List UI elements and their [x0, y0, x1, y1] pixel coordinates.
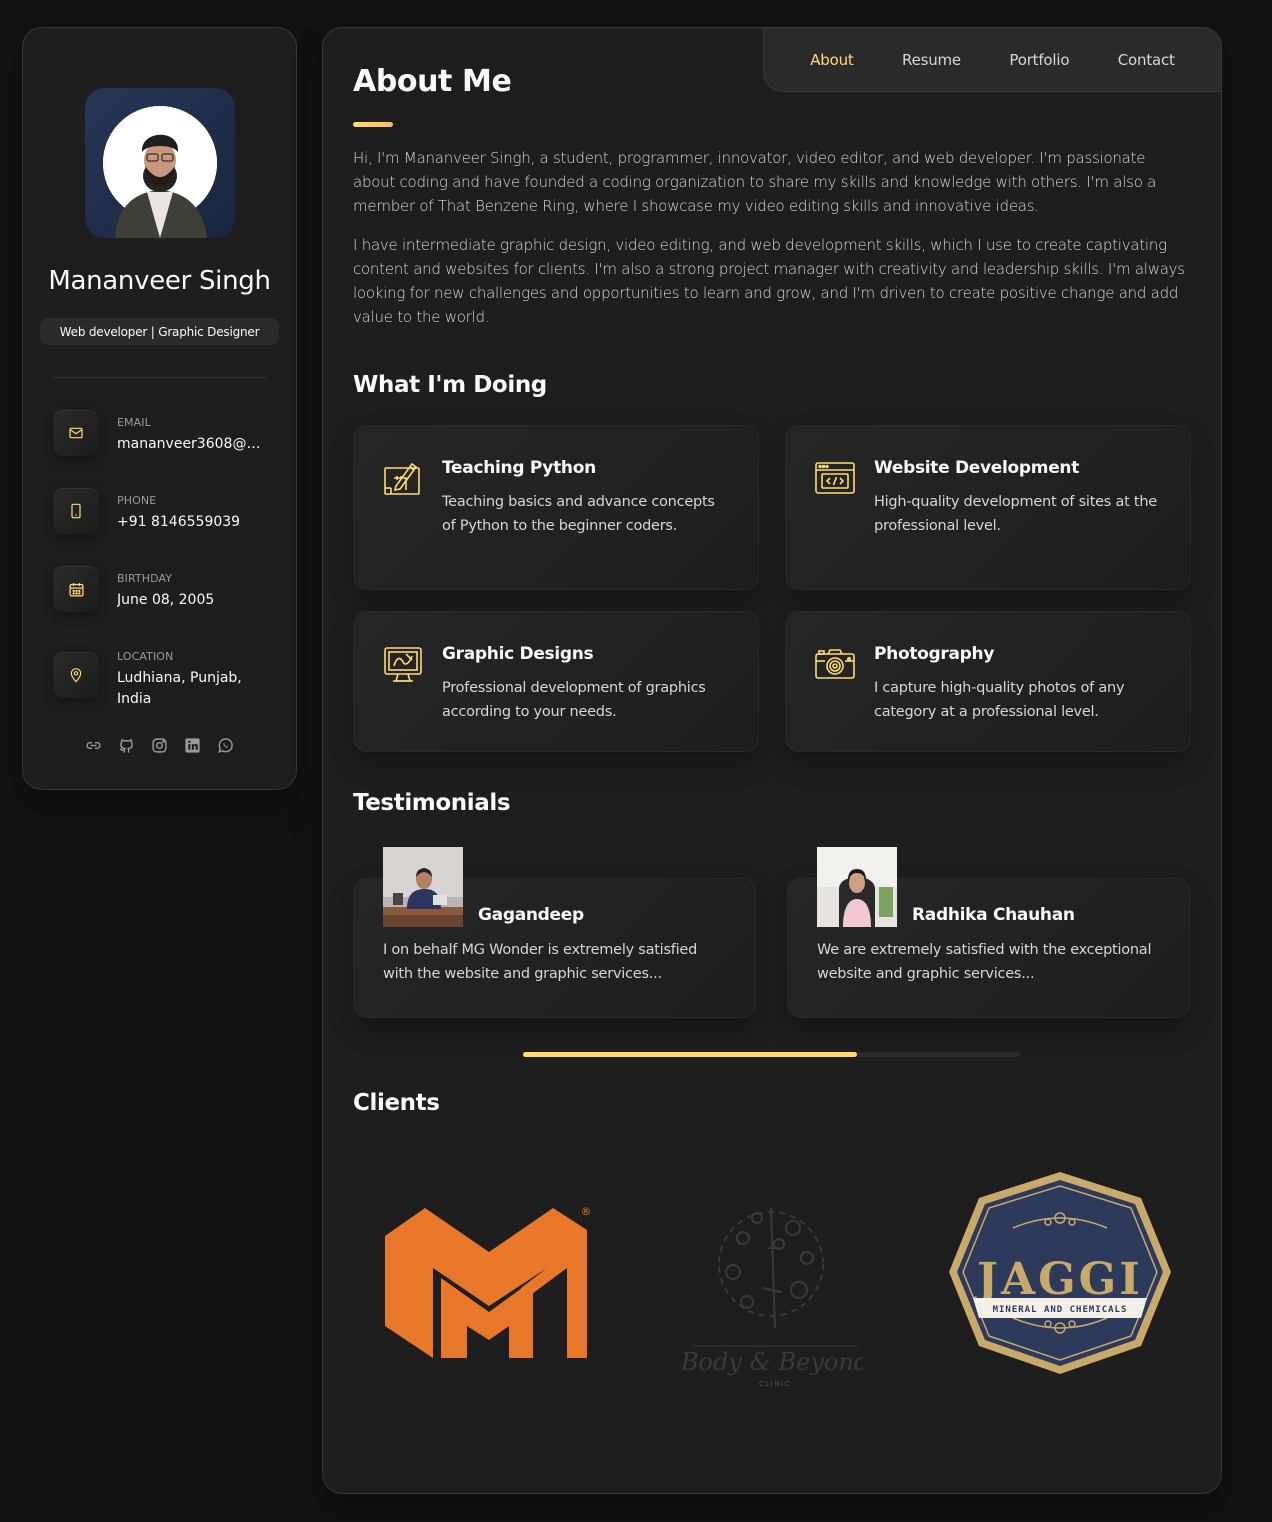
- mg-registered-mark: ®: [581, 1205, 592, 1218]
- linkedin-icon[interactable]: [184, 736, 202, 754]
- service-card-graphic-designs: Graphic Designs Professional development…: [353, 611, 759, 752]
- jaggi-sub: MINERAL AND CHEMICALS: [993, 1305, 1128, 1315]
- contact-birthday-value: June 08, 2005: [117, 592, 215, 608]
- services-title: What I'm Doing: [353, 372, 547, 398]
- service-text-graphic-designs: Professional development of graphics acc…: [442, 680, 706, 720]
- contact-location-label: Location: [117, 650, 174, 663]
- main-panel: About Resume Portfolio Contact About Me …: [322, 27, 1222, 1494]
- code-window-icon: [815, 462, 855, 494]
- monitor-design-icon: [384, 647, 422, 682]
- avatar: [85, 88, 235, 238]
- contact-phone-label: Phone: [117, 494, 157, 507]
- about-title: About Me: [353, 64, 512, 99]
- service-text-photography: I capture high-quality photos of any cat…: [874, 680, 1125, 720]
- service-card-teaching-python: Teaching Python Teaching basics and adva…: [353, 425, 759, 590]
- testimonials-scrollbar[interactable]: [523, 1052, 1021, 1057]
- design-tools-icon: [384, 462, 420, 495]
- nav-resume[interactable]: Resume: [902, 51, 961, 69]
- contact-email-link[interactable]: mananveer3608@gmail.com: [117, 434, 269, 455]
- testimonial-avatar-gagandeep: [383, 847, 463, 927]
- jaggi-wordmark: JAGGI: [973, 1254, 1143, 1305]
- about-paragraph-2: I have intermediate graphic design, vide…: [353, 236, 1185, 326]
- service-card-website-development: Website Development High-quality develop…: [785, 425, 1191, 590]
- client-logo-jaggi[interactable]: JAGGI MINERAL AND CHEMICALS: [943, 1168, 1177, 1378]
- nav-portfolio[interactable]: Portfolio: [1009, 51, 1069, 69]
- testimonial-text-radhika-chauhan: We are extremely satisfied with the exce…: [817, 942, 1152, 982]
- nav-about[interactable]: About: [810, 51, 854, 69]
- avatar-portrait: [103, 106, 217, 238]
- service-text-website-development: High-quality development of sites at the…: [874, 494, 1157, 534]
- contact-birthday-label: Birthday: [117, 572, 173, 585]
- sidebar: Mananveer Singh Web developer | Graphic …: [22, 27, 297, 790]
- link-icon[interactable]: [85, 736, 103, 754]
- calendar-icon: [53, 566, 99, 612]
- camera-icon: [815, 649, 855, 679]
- social-links: [23, 736, 296, 754]
- about-paragraph-1: Hi, I'm Mananveer Singh, a student, prog…: [353, 149, 1157, 215]
- contact-location-value: Ludhiana, Punjab, India: [117, 670, 242, 707]
- phone-icon: [53, 488, 99, 534]
- testimonials-scrollbar-thumb[interactable]: [523, 1052, 857, 1057]
- service-text-teaching-python: Teaching basics and advance concepts of …: [442, 494, 715, 534]
- service-title-teaching-python: Teaching Python: [442, 458, 596, 478]
- testimonials-title: Testimonials: [353, 790, 511, 816]
- location-icon: [53, 652, 99, 698]
- service-title-website-development: Website Development: [874, 458, 1080, 478]
- testimonial-name-gagandeep: Gagandeep: [478, 905, 584, 925]
- testimonial-avatar-radhika-chauhan: [817, 847, 897, 927]
- client-logo-mg-wonder[interactable]: ®: [381, 1200, 601, 1370]
- client-logo-body-beyond[interactable]: Body & Beyond CLINIC: [683, 1188, 863, 1388]
- instagram-icon[interactable]: [151, 736, 169, 754]
- body-beyond-sub: CLINIC: [759, 1380, 791, 1388]
- service-card-photography: Photography I capture high-quality photo…: [785, 611, 1191, 752]
- profile-name: Mananveer Singh: [48, 266, 271, 296]
- service-title-photography: Photography: [874, 644, 995, 664]
- clients-title: Clients: [353, 1090, 440, 1116]
- github-icon[interactable]: [118, 736, 136, 754]
- top-navbar: About Resume Portfolio Contact: [763, 27, 1222, 92]
- profile-title-badge: Web developer | Graphic Designer: [40, 318, 279, 345]
- testimonial-text-gagandeep: I on behalf MG Wonder is extremely satis…: [383, 942, 698, 982]
- testimonial-name-radhika-chauhan: Radhika Chauhan: [912, 905, 1075, 925]
- body-beyond-script: Body & Beyond: [683, 1348, 863, 1376]
- whatsapp-icon[interactable]: [217, 736, 235, 754]
- contact-phone-link[interactable]: +91 8146559039: [117, 512, 269, 533]
- contact-email-label: Email: [117, 416, 151, 429]
- mail-icon: [53, 410, 99, 456]
- nav-contact[interactable]: Contact: [1118, 51, 1175, 69]
- title-underline: [353, 122, 393, 127]
- service-title-graphic-designs: Graphic Designs: [442, 644, 594, 664]
- sidebar-separator: [53, 377, 266, 378]
